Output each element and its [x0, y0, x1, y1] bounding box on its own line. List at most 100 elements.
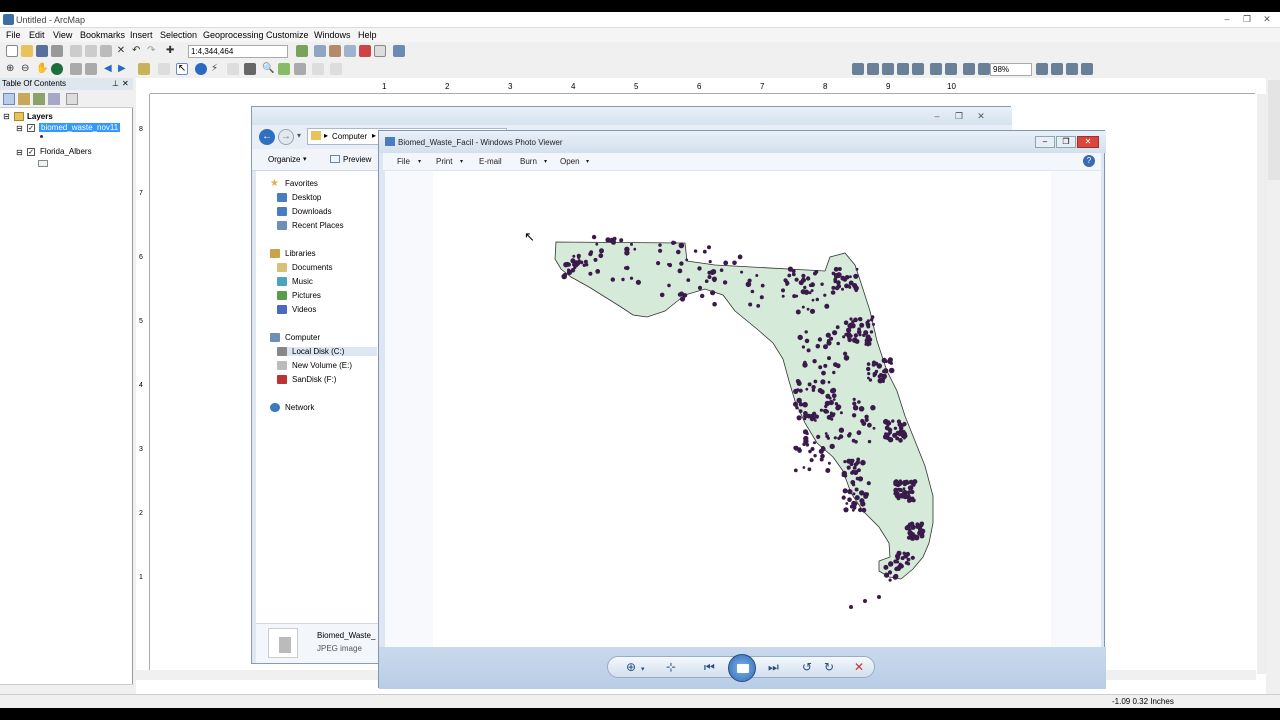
toc-layers-root[interactable]: Layers [27, 112, 53, 121]
cut-icon[interactable] [70, 45, 82, 57]
fixed-zoom-out-layout-icon[interactable] [945, 63, 957, 75]
python-window-icon[interactable] [374, 45, 386, 57]
zoom-in-icon[interactable]: ⊕ [6, 63, 18, 75]
delete-icon[interactable]: ✕ [115, 45, 127, 57]
list-by-visibility-icon[interactable] [33, 93, 45, 105]
find-icon[interactable]: 🔍 [262, 63, 274, 75]
nav-local-disk[interactable]: Local Disk (C:) [277, 347, 377, 356]
forward-extent-icon[interactable]: ▶ [118, 63, 130, 75]
toggle-draft-mode-icon[interactable] [1036, 63, 1048, 75]
editor-toolbar-icon[interactable] [296, 45, 308, 57]
previous-icon[interactable]: ⏮ [704, 660, 715, 674]
clear-selection-icon[interactable] [158, 63, 170, 75]
fixed-zoom-in-icon[interactable] [70, 63, 82, 75]
list-by-drawing-order-icon[interactable] [3, 93, 15, 105]
data-driven-pages-icon[interactable] [1081, 63, 1093, 75]
close-icon[interactable]: ✕ [1260, 14, 1274, 25]
layer-florida-albers[interactable]: Florida_Albers [40, 147, 92, 156]
menu-file[interactable]: File [6, 30, 21, 40]
back-extent-icon[interactable]: ◀ [104, 63, 116, 75]
layer-biomed-waste[interactable]: biomed_waste_nov11 [39, 123, 121, 132]
search-window-icon[interactable] [344, 45, 356, 57]
viewer-image-area[interactable] [385, 171, 1101, 647]
save-icon[interactable] [36, 45, 48, 57]
undo-icon[interactable]: ↶ [132, 45, 144, 57]
organize-button[interactable]: Organize [268, 155, 300, 164]
identify-icon[interactable] [195, 63, 207, 75]
viewer-maximize-icon[interactable]: ❐ [1056, 136, 1076, 148]
menu-customize[interactable]: Customize [266, 30, 309, 40]
viewer-menu-burn[interactable]: Burn [520, 157, 537, 166]
measure-icon[interactable] [244, 63, 256, 75]
create-viewer-icon[interactable] [330, 63, 342, 75]
viewer-menu-file[interactable]: File [397, 157, 410, 166]
model-builder-icon[interactable] [393, 45, 405, 57]
layer-visibility-checkbox[interactable]: ✓ [27, 148, 35, 156]
next-icon[interactable]: ⏭ [768, 660, 779, 674]
delete-icon[interactable]: ✕ [854, 660, 864, 674]
chevron-down-icon[interactable]: ▾ [641, 663, 645, 677]
fixed-zoom-in-layout-icon[interactable] [930, 63, 942, 75]
menu-insert[interactable]: Insert [130, 30, 153, 40]
layout-pan-icon[interactable] [882, 63, 894, 75]
toc-options-icon[interactable] [66, 93, 78, 105]
catalog-dock-tabs[interactable] [1268, 80, 1280, 180]
explorer-maximize-icon[interactable]: ❐ [952, 111, 966, 122]
list-by-source-icon[interactable] [18, 93, 30, 105]
full-extent-icon[interactable] [51, 63, 63, 75]
explorer-minimize-icon[interactable]: – [930, 111, 944, 122]
nav-desktop[interactable]: Desktop [277, 193, 321, 202]
redo-icon[interactable]: ↷ [147, 45, 159, 57]
print-icon[interactable] [51, 45, 63, 57]
select-features-icon[interactable] [138, 63, 150, 75]
map-scale-input[interactable]: 1:4,344,464 [188, 45, 288, 58]
breadcrumb-computer[interactable]: Computer [332, 132, 367, 141]
change-layout-icon[interactable] [1066, 63, 1078, 75]
menu-view[interactable]: View [53, 30, 72, 40]
html-popup-icon[interactable] [227, 63, 239, 75]
nav-favorites[interactable]: ★ Favorites [270, 179, 318, 189]
back-arrow-icon[interactable]: ← [259, 129, 275, 145]
actual-size-icon[interactable]: ⊹ [666, 660, 676, 674]
list-by-selection-icon[interactable] [48, 93, 60, 105]
maximize-icon[interactable]: ❐ [1240, 14, 1254, 25]
go-forward-extent-layout-icon[interactable] [978, 63, 990, 75]
time-slider-icon[interactable] [312, 63, 324, 75]
nav-sandisk[interactable]: SanDisk (F:) [277, 375, 336, 384]
nav-documents[interactable]: Documents [277, 263, 332, 272]
copy-icon[interactable] [85, 45, 97, 57]
menu-edit[interactable]: Edit [29, 30, 45, 40]
recent-pages-icon[interactable]: ▾ [297, 131, 301, 140]
help-icon[interactable]: ? [1083, 155, 1095, 167]
go-to-xy-icon[interactable] [294, 63, 306, 75]
nav-pictures[interactable]: Pictures [277, 291, 321, 300]
pan-icon[interactable]: ✋ [36, 63, 48, 75]
toc-close-icon[interactable]: ✕ [122, 78, 129, 90]
fixed-zoom-out-icon[interactable] [85, 63, 97, 75]
menu-bookmarks[interactable]: Bookmarks [80, 30, 125, 40]
focus-data-frame-icon[interactable] [1051, 63, 1063, 75]
minimize-icon[interactable]: – [1220, 14, 1234, 25]
rotate-clockwise-icon[interactable]: ↻ [824, 660, 834, 674]
paste-icon[interactable] [100, 45, 112, 57]
menu-windows[interactable]: Windows [314, 30, 351, 40]
zoom-icon[interactable]: ⊕ [626, 660, 636, 674]
slideshow-button[interactable] [728, 654, 756, 682]
layer-visibility-checkbox[interactable]: ✓ [27, 124, 35, 132]
vertical-scrollbar[interactable] [1257, 94, 1267, 674]
viewer-menu-print[interactable]: Print [436, 157, 452, 166]
open-folder-icon[interactable] [21, 45, 33, 57]
viewer-minimize-icon[interactable]: – [1035, 136, 1055, 148]
toc-window-icon[interactable] [314, 45, 326, 57]
menu-help[interactable]: Help [358, 30, 377, 40]
nav-network[interactable]: Network [270, 403, 314, 412]
zoom-100-icon[interactable] [912, 63, 924, 75]
viewer-menu-open[interactable]: Open [560, 157, 580, 166]
rotate-counterclockwise-icon[interactable]: ↺ [802, 660, 812, 674]
zoom-percent-input[interactable]: 98% [990, 63, 1032, 76]
hyperlink-icon[interactable]: ⚡ [211, 63, 223, 75]
viewer-close-icon[interactable]: ✕ [1077, 136, 1099, 148]
layer-collapse-icon[interactable]: ⊟ [16, 124, 23, 133]
nav-recent-places[interactable]: Recent Places [277, 221, 344, 230]
arctoolbox-icon[interactable] [359, 45, 371, 57]
